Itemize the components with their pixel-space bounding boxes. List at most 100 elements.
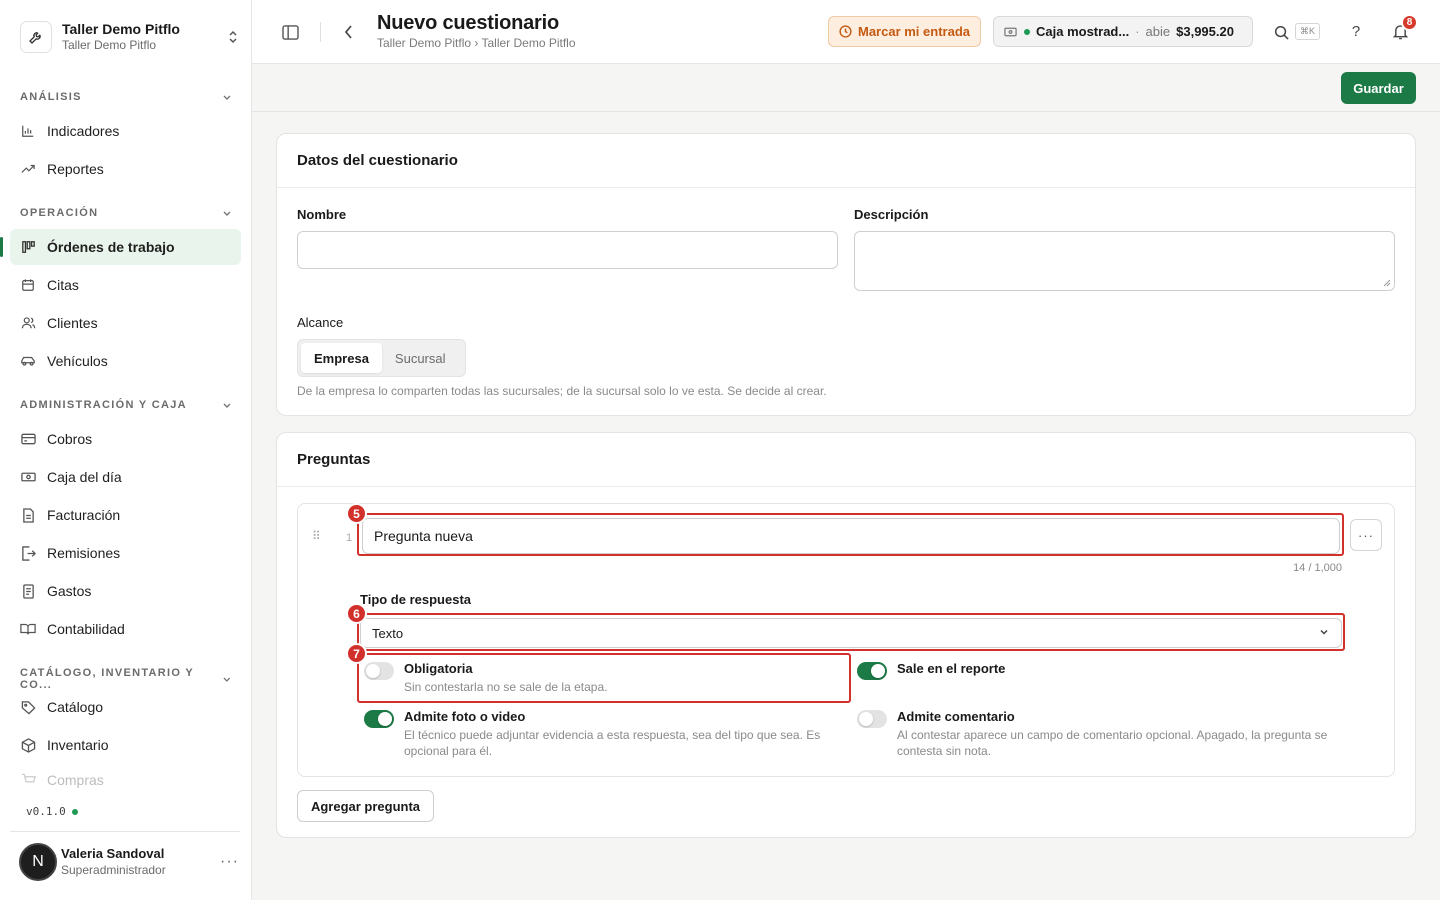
section-operacion[interactable]: OPERACIÓN: [20, 207, 232, 219]
sidebar-item-label: Caja del día: [47, 469, 122, 485]
sidebar-item-label: Remisiones: [47, 545, 121, 561]
scope-hint: De la empresa lo comparten todas las suc…: [297, 384, 827, 398]
section-title: ANÁLISIS: [20, 91, 82, 103]
chevron-down-icon: [223, 403, 231, 408]
name-label: Nombre: [297, 207, 347, 222]
separator: ·: [1135, 24, 1140, 39]
sidebar-item-citas[interactable]: Citas: [10, 267, 241, 303]
sidebar-item-clientes[interactable]: Clientes: [10, 305, 241, 341]
cashbox-selector[interactable]: Caja mostrad... · abie $3,995.20: [993, 16, 1253, 47]
search-icon[interactable]: [1271, 22, 1291, 42]
annotation-marker: 6: [346, 603, 367, 624]
sidebar-item-label: Indicadores: [47, 123, 120, 139]
annotation-marker: 5: [346, 503, 367, 524]
add-question-button[interactable]: Agregar pregunta: [297, 790, 434, 822]
clock-in-button[interactable]: Marcar mi entrada: [828, 16, 981, 47]
section-title: OPERACIÓN: [20, 207, 99, 219]
avatar: N: [19, 843, 57, 881]
description-field[interactable]: [854, 231, 1395, 291]
clock-in-label: Marcar mi entrada: [858, 24, 970, 39]
question-number: 1: [346, 532, 353, 544]
scope-option-sucursal[interactable]: Sucursal: [382, 343, 459, 373]
cashbox-amount: $3,995.20: [1176, 24, 1234, 39]
package-icon: [20, 737, 36, 753]
sidebar-item-label: Gastos: [47, 583, 92, 599]
description-label: Descripción: [854, 207, 929, 222]
breadcrumb[interactable]: Taller Demo Pitflo › Taller Demo Pitflo: [377, 36, 576, 50]
comment-switch[interactable]: [857, 710, 887, 728]
sidebar-item-indicadores[interactable]: Indicadores: [10, 113, 241, 149]
sidebar-item-catalogo[interactable]: Catálogo: [10, 689, 241, 725]
org-name: Taller Demo Pitflo: [62, 21, 180, 37]
sidebar-item-vehiculos[interactable]: Vehículos: [10, 343, 241, 379]
more-horizontal-icon[interactable]: ···: [220, 853, 239, 871]
back-chevron-icon[interactable]: [338, 22, 358, 42]
sidebar-item-label: Compras: [47, 772, 104, 788]
sidebar-item-contabilidad[interactable]: Contabilidad: [10, 611, 241, 647]
section-analisis[interactable]: ANÁLISIS: [20, 91, 232, 103]
cashbox-name: Caja mostrad...: [1036, 24, 1130, 39]
section-administracion[interactable]: ADMINISTRACIÓN Y CAJA: [20, 399, 232, 411]
drag-handle-icon[interactable]: ⠿: [312, 529, 321, 543]
annotation-marker: 7: [346, 643, 367, 664]
clock-icon: [839, 25, 852, 38]
org-subtitle: Taller Demo Pitflo: [62, 38, 157, 52]
sidebar-item-label: Reportes: [47, 161, 104, 177]
trend-icon: [20, 161, 36, 177]
sidebar-item-remisiones[interactable]: Remisiones: [10, 535, 241, 571]
sidebar: Taller Demo Pitflo Taller Demo Pitflo AN…: [0, 0, 252, 900]
toggle-required: Obligatoria Sin contestarla no se sale d…: [364, 661, 834, 695]
user-menu[interactable]: N Valeria Sandoval Superadministrador ··…: [19, 843, 239, 881]
section-catalogo[interactable]: CATÁLOGO, INVENTARIO Y CO...: [20, 667, 232, 691]
sidebar-item-inventario[interactable]: Inventario: [10, 727, 241, 763]
toggle-media: Admite foto o video El técnico puede adj…: [364, 709, 844, 759]
chevron-down-icon: [223, 677, 231, 682]
status-dot: [1024, 28, 1030, 35]
sidebar-toggle-icon[interactable]: [280, 22, 300, 42]
org-switcher[interactable]: Taller Demo Pitflo Taller Demo Pitflo: [20, 18, 240, 56]
answer-type-label: Tipo de respuesta: [360, 592, 472, 607]
scope-segmented-control: Empresa Sucursal: [297, 339, 466, 377]
car-icon: [20, 353, 36, 369]
sidebar-item-caja[interactable]: Caja del día: [10, 459, 241, 495]
question-text-input[interactable]: Pregunta nueva: [362, 518, 1340, 554]
chevron-down-icon: [1319, 627, 1329, 637]
save-button[interactable]: Guardar: [1341, 72, 1416, 104]
search-shortcut: ⌘K: [1295, 23, 1321, 40]
users-icon: [20, 315, 36, 331]
help-icon[interactable]: ?: [1346, 21, 1366, 41]
scope-label: Alcance: [297, 315, 344, 330]
resize-handle-icon[interactable]: [1383, 279, 1391, 287]
name-field[interactable]: [297, 231, 838, 269]
sidebar-item-compras[interactable]: Compras: [10, 765, 241, 795]
sidebar-item-facturacion[interactable]: Facturación: [10, 497, 241, 533]
sidebar-item-gastos[interactable]: Gastos: [10, 573, 241, 609]
char-counter: 14 / 1,000: [1293, 562, 1342, 574]
toggle-title: Admite foto o video: [404, 709, 526, 724]
in-report-switch[interactable]: [857, 662, 887, 680]
banknote-icon: [20, 469, 36, 485]
sidebar-item-ordenes[interactable]: Órdenes de trabajo: [0, 229, 241, 265]
sidebar-item-label: Citas: [47, 277, 79, 293]
answer-type-select[interactable]: Texto: [360, 618, 1342, 648]
section-title: CATÁLOGO, INVENTARIO Y CO...: [20, 667, 194, 691]
cart-icon: [20, 772, 36, 788]
more-horizontal-icon[interactable]: ···: [1350, 519, 1382, 551]
status-dot: [71, 808, 78, 815]
sidebar-item-label: Catálogo: [47, 699, 104, 715]
section-title: ADMINISTRACIÓN Y CAJA: [20, 399, 187, 411]
scope-option-empresa[interactable]: Empresa: [301, 343, 382, 373]
page-title: Nuevo cuestionario: [377, 12, 559, 34]
media-switch[interactable]: [364, 710, 394, 728]
required-switch[interactable]: [364, 662, 394, 680]
card-icon: [20, 431, 36, 447]
details-heading: Datos del cuestionario: [277, 134, 1415, 188]
user-role: Superadministrador: [61, 863, 166, 877]
divider: [10, 831, 240, 832]
notification-badge: 8: [1401, 14, 1418, 31]
sidebar-item-cobros[interactable]: Cobros: [10, 421, 241, 457]
sidebar-item-reportes[interactable]: Reportes: [10, 151, 241, 187]
book-icon: [20, 621, 36, 637]
sidebar-item-label: Cobros: [47, 431, 93, 447]
sidebar-item-label: Inventario: [47, 737, 109, 753]
